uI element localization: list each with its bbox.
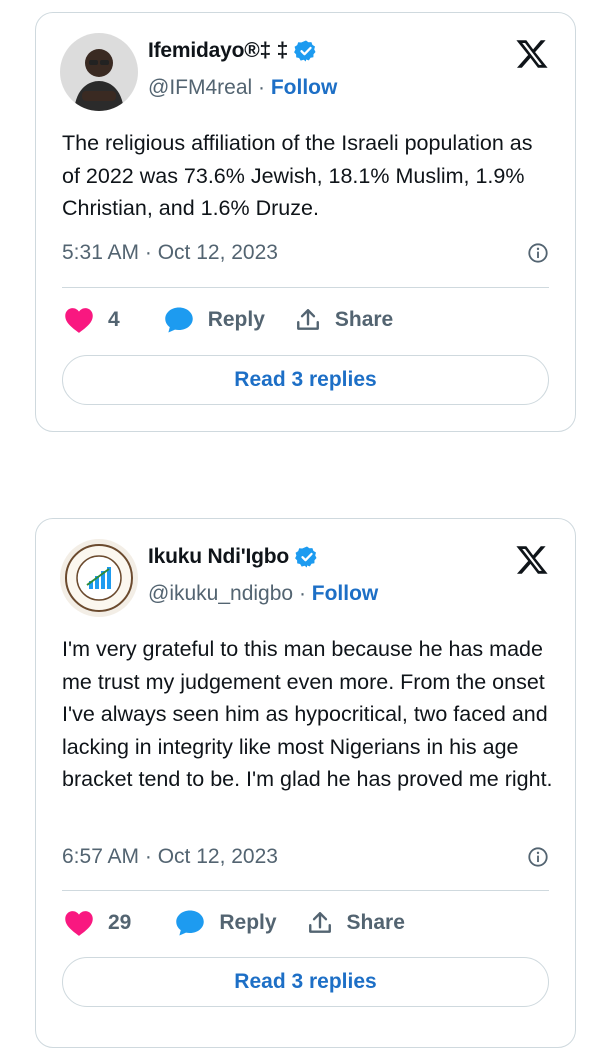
handle-row: @IFM4real · Follow [148, 76, 337, 100]
author-name[interactable]: Ifemidayo®‡ ‡ [148, 39, 288, 63]
follow-button[interactable]: Follow [312, 582, 379, 605]
share-icon [296, 309, 319, 330]
share-button[interactable]: Share [295, 306, 393, 334]
like-count: 4 [108, 308, 120, 331]
like-button[interactable]: 29 [64, 909, 131, 937]
tweet-meta: 6:57 AM · Oct 12, 2023 [62, 845, 549, 869]
tweet-text: The religious affiliation of the Israeli… [62, 131, 533, 220]
separator-dot: · [258, 76, 266, 99]
tweet-timestamp[interactable]: 5:31 AM · Oct 12, 2023 [62, 241, 278, 265]
tweet-text: I'm very grateful to this man because he… [62, 637, 553, 791]
like-button[interactable]: 4 [64, 306, 120, 334]
avatar[interactable] [60, 539, 138, 617]
x-logo-icon[interactable] [515, 37, 549, 71]
author-name-row[interactable]: Ifemidayo®‡ ‡ [148, 39, 318, 63]
tweet-meta: 5:31 AM · Oct 12, 2023 [62, 241, 549, 265]
tweet-card-1: Ifemidayo®‡ ‡ @IFM4real · Follow The rel… [35, 12, 576, 432]
reply-label: Reply [207, 308, 265, 331]
avatar[interactable] [60, 33, 138, 111]
tweet-card-2: Ikuku Ndi'Igbo @ikuku_ndigbo · Follow I'… [35, 518, 576, 1048]
reply-label: Reply [219, 911, 277, 934]
handle-row: @ikuku_ndigbo · Follow [148, 582, 378, 606]
verified-badge-icon [294, 40, 316, 62]
info-icon[interactable] [527, 242, 549, 264]
author-name-row[interactable]: Ikuku Ndi'Igbo [148, 545, 319, 569]
author-name[interactable]: Ikuku Ndi'Igbo [148, 545, 289, 569]
share-button[interactable]: Share [307, 909, 405, 937]
action-bar: 29 Reply Share [64, 909, 405, 937]
author-handle[interactable]: @ikuku_ndigbo [148, 582, 293, 605]
action-bar: 4 Reply Share [64, 306, 393, 334]
heart-icon [65, 308, 93, 333]
reply-button[interactable]: Reply [175, 909, 277, 937]
heart-icon [65, 911, 93, 936]
x-logo-icon[interactable] [515, 543, 549, 577]
follow-button[interactable]: Follow [271, 76, 338, 99]
divider [62, 890, 549, 891]
tweet-timestamp[interactable]: 6:57 AM · Oct 12, 2023 [62, 845, 278, 869]
read-replies-button[interactable]: Read 3 replies [62, 957, 549, 1007]
reply-button[interactable]: Reply [164, 306, 265, 334]
share-label: Share [334, 308, 394, 331]
author-handle[interactable]: @IFM4real [148, 76, 252, 99]
verified-badge-icon [295, 546, 317, 568]
info-icon[interactable] [527, 846, 549, 868]
like-count: 29 [108, 911, 132, 934]
share-icon [308, 912, 331, 933]
separator-dot: · [298, 582, 306, 605]
divider [62, 287, 549, 288]
reply-icon [176, 910, 205, 936]
reply-icon [164, 307, 193, 333]
share-label: Share [346, 911, 405, 934]
read-replies-button[interactable]: Read 3 replies [62, 355, 549, 405]
